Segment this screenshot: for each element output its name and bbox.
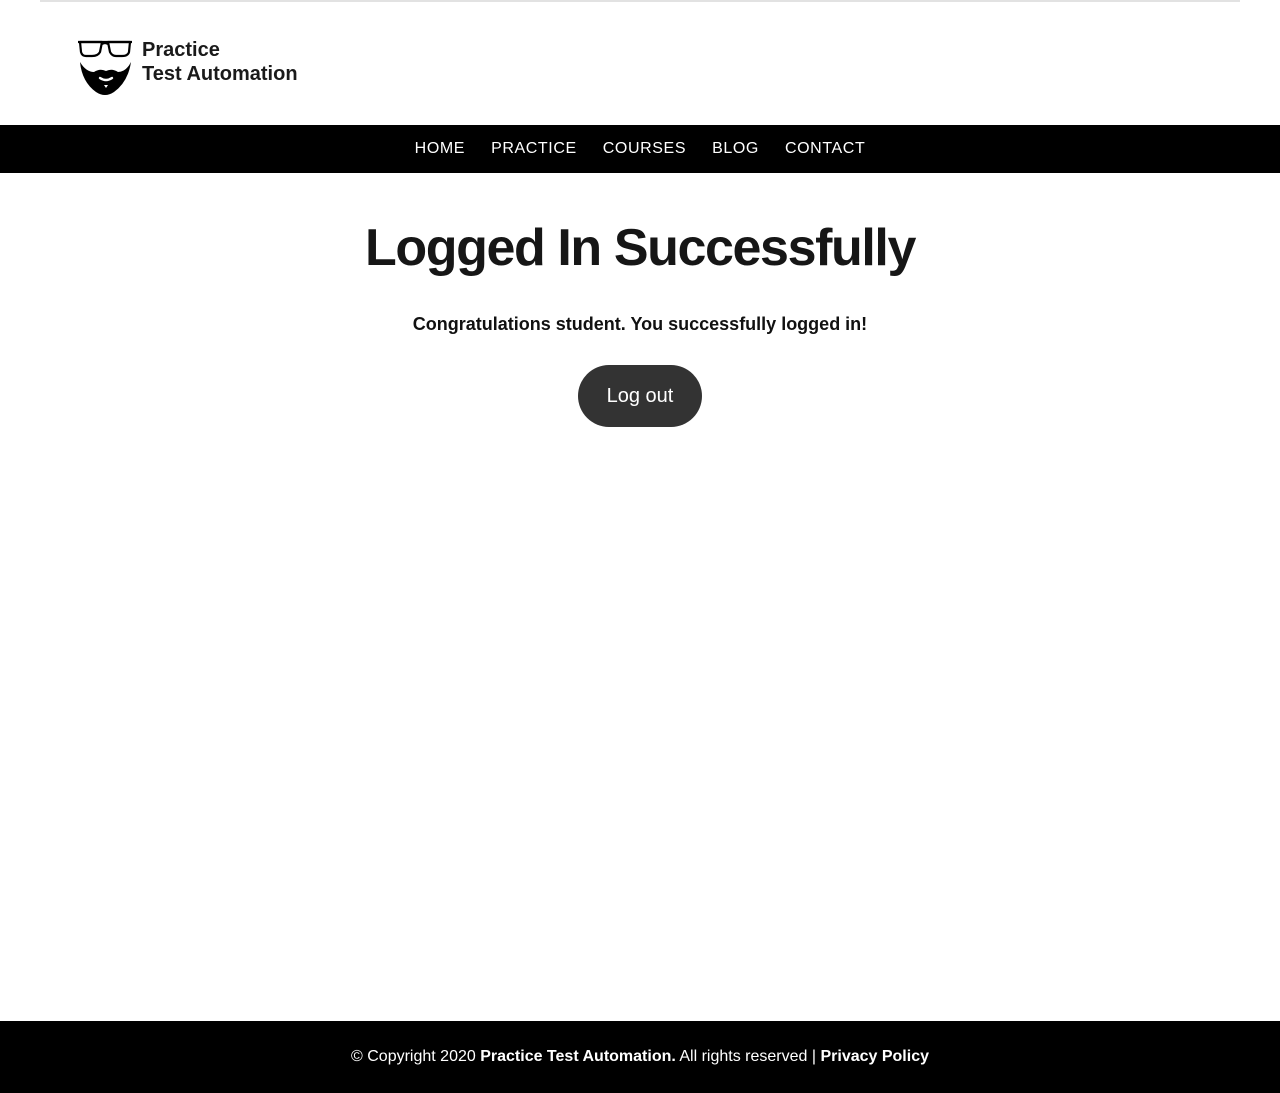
site-header: Practice Test Automation bbox=[0, 2, 1280, 125]
site-logo-link[interactable]: Practice Test Automation bbox=[78, 38, 318, 98]
page: Practice Test Automation HOME PRACTICE C… bbox=[0, 0, 1280, 1093]
page-title: Logged In Successfully bbox=[365, 219, 916, 277]
privacy-policy-link[interactable]: Privacy Policy bbox=[820, 1048, 929, 1066]
logo-line-2: Test Automation bbox=[142, 63, 298, 85]
nav-item-blog[interactable]: BLOG bbox=[712, 125, 759, 173]
success-message: Congratulations student. You successfull… bbox=[412, 314, 868, 334]
glasses-beard-icon bbox=[78, 40, 132, 95]
logo-line-1: Practice bbox=[142, 39, 220, 61]
copyright-text: © Copyright 2020 bbox=[351, 1048, 481, 1065]
rights-text: All rights reserved | bbox=[675, 1048, 821, 1065]
main-nav: HOME PRACTICE COURSES BLOG CONTACT bbox=[0, 125, 1280, 173]
nav-item-contact[interactable]: CONTACT bbox=[785, 125, 865, 173]
nav-item-courses[interactable]: COURSES bbox=[603, 125, 686, 173]
site-footer: © Copyright 2020 Practice Test Automatio… bbox=[0, 1021, 1280, 1093]
nav-item-practice[interactable]: PRACTICE bbox=[491, 125, 577, 173]
logo-text: Practice Test Automation bbox=[142, 38, 298, 86]
nav-item-home[interactable]: HOME bbox=[415, 125, 465, 173]
company-link[interactable]: Practice Test Automation. bbox=[480, 1048, 676, 1066]
logout-button[interactable]: Log out bbox=[578, 365, 702, 427]
